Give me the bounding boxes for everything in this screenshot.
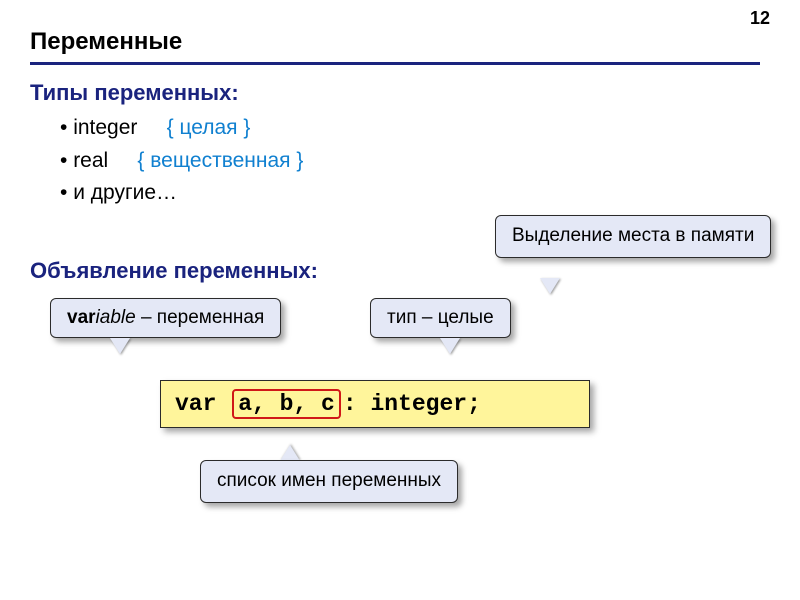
callout-tail <box>110 338 130 354</box>
slide-title: Переменные <box>30 28 182 56</box>
callout-memory: Выделение места в памяти <box>495 215 771 258</box>
page-number: 12 <box>750 8 770 29</box>
var-italic: iable <box>96 307 136 328</box>
var-rest: – переменная <box>136 307 265 328</box>
list-item: • real { вещественная } <box>60 145 303 178</box>
list-item: • и другие… <box>60 177 303 210</box>
code-box: var a, b, c: integer; <box>160 380 590 428</box>
title-rule <box>30 62 760 65</box>
type-comment: { вещественная } <box>137 149 303 172</box>
callout-text: тип – целые <box>387 307 494 328</box>
callout-names: список имен переменных <box>200 460 458 503</box>
callout-type: тип – целые <box>370 298 511 338</box>
var-bold: var <box>67 307 96 328</box>
callout-text: Выделение места в памяти <box>512 225 754 246</box>
types-list: • integer { целая } • real { вещественна… <box>60 112 303 210</box>
type-name: integer <box>73 116 137 139</box>
callout-text: список имен переменных <box>217 470 441 491</box>
callout-tail <box>440 338 460 354</box>
types-heading: Типы переменных: <box>30 80 239 106</box>
code-keyword: var <box>175 391 216 417</box>
type-name: и другие… <box>73 181 177 204</box>
callout-tail <box>540 278 560 294</box>
code-rest: : integer; <box>343 391 481 417</box>
type-name: real <box>73 149 108 172</box>
callout-tail <box>280 445 300 461</box>
type-comment: { целая } <box>167 116 251 139</box>
declaration-heading: Объявление переменных: <box>30 258 318 284</box>
code-varnames-highlight: a, b, c <box>232 389 341 419</box>
callout-variable: variable – переменная <box>50 298 281 338</box>
list-item: • integer { целая } <box>60 112 303 145</box>
